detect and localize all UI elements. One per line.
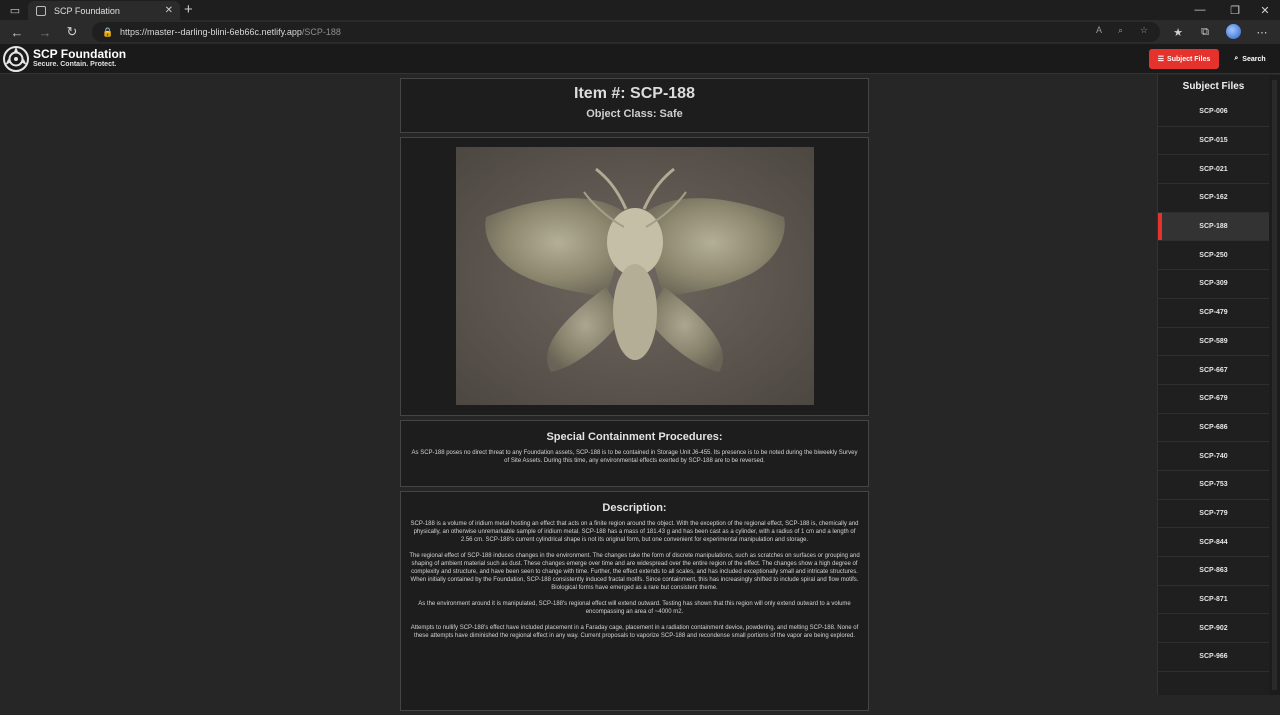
url-field[interactable]: 🔒 https://master--darling-blini-6eb66c.n… <box>92 22 1160 42</box>
sidebar-item-scp-740[interactable]: SCP-740 <box>1158 442 1269 471</box>
sidebar-item-scp-679[interactable]: SCP-679 <box>1158 385 1269 414</box>
containment-heading: Special Containment Procedures: <box>546 431 723 443</box>
image-card <box>400 137 869 416</box>
sidebar-item-scp-015[interactable]: SCP-015 <box>1158 127 1269 156</box>
browser-tab[interactable]: SCP Foundation ✕ <box>28 1 180 20</box>
sidebar-item-scp-871[interactable]: SCP-871 <box>1158 586 1269 615</box>
sidebar-item-scp-589[interactable]: SCP-589 <box>1158 328 1269 357</box>
subject-files-label: Subject Files <box>1167 55 1211 63</box>
search-icon: ⌕ <box>1234 55 1239 62</box>
favorite-add-icon[interactable]: ☆ <box>1140 25 1148 36</box>
close-tab-icon[interactable]: ✕ <box>165 5 173 16</box>
sidebar-item-scp-162[interactable]: SCP-162 <box>1158 184 1269 213</box>
brand[interactable]: SCP Foundation Secure. Contain. Protect. <box>33 48 126 70</box>
new-tab-icon[interactable]: + <box>184 1 193 19</box>
subject-files-button[interactable]: ☰ Subject Files <box>1149 49 1219 69</box>
sidebar-list: SCP-006 SCP-015 SCP-021 SCP-162 SCP-188 SCP-2… <box>1158 98 1269 672</box>
scrollbar-thumb[interactable] <box>1272 80 1277 690</box>
address-bar-row: ← → ↻ 🔒 https://master--darling-blini-6e… <box>0 20 1280 44</box>
search-button[interactable]: ⌕ Search <box>1226 49 1274 69</box>
tab-title: SCP Foundation <box>54 5 120 16</box>
description-paragraph: SCP-188 is a volume of iridium metal hos… <box>410 521 859 543</box>
lock-icon: 🔒 <box>102 26 114 37</box>
site-motto: Secure. Contain. Protect. <box>33 61 117 68</box>
scp-188-photo <box>456 147 814 405</box>
collections-icon[interactable]: ⧉ <box>1197 24 1213 40</box>
sidebar-item-scp-686[interactable]: SCP-686 <box>1158 414 1269 443</box>
sidebar-item-scp-863[interactable]: SCP-863 <box>1158 557 1269 586</box>
description-card: Description: SCP-188 is a volume of irid… <box>400 491 869 711</box>
site-header: SCP Foundation Secure. Contain. Protect.… <box>0 44 1280 74</box>
browser-tab-bar: ▭ SCP Foundation ✕ + — ❐ ✕ <box>0 0 1280 20</box>
forward-icon[interactable]: → <box>36 23 54 41</box>
minimize-icon[interactable]: — <box>1185 0 1215 20</box>
sidebar-item-scp-479[interactable]: SCP-479 <box>1158 299 1269 328</box>
search-label: Search <box>1242 55 1266 63</box>
subject-files-sidebar: Subject Files SCP-006 SCP-015 SCP-021 SCP-1… <box>1157 75 1269 695</box>
sidebar-item-scp-902[interactable]: SCP-902 <box>1158 614 1269 644</box>
zoom-icon[interactable]: ⌕ <box>1118 25 1123 36</box>
page-icon <box>36 5 46 16</box>
object-class: Object Class: Safe <box>586 108 683 120</box>
containment-text: As SCP-188 poses no direct threat to any… <box>411 450 858 464</box>
close-window-icon[interactable]: ✕ <box>1250 0 1280 20</box>
url-host: https://master--darling-blini-6eb66c.net… <box>120 27 302 37</box>
item-header-card: Item #: SCP-188 Object Class: Safe <box>400 78 869 133</box>
sidebar-title: Subject Files <box>1182 81 1245 92</box>
sidebar-item-scp-844[interactable]: SCP-844 <box>1158 528 1269 557</box>
url-path: /SCP-188 <box>301 27 341 37</box>
item-number: Item #: SCP-188 <box>574 85 695 102</box>
main-content: Item #: SCP-188 Object Class: Safe Speci… <box>400 78 869 715</box>
sidebar-item-scp-667[interactable]: SCP-667 <box>1158 356 1269 385</box>
sidebar-item-scp-006[interactable]: SCP-006 <box>1158 98 1269 127</box>
sidebar-item-scp-309[interactable]: SCP-309 <box>1158 270 1269 299</box>
back-icon[interactable]: ← <box>8 23 26 41</box>
description-paragraph: Attempts to nullify SCP-188's effect hav… <box>410 625 859 639</box>
profile-avatar[interactable] <box>1226 24 1241 39</box>
sidebar-item-scp-021[interactable]: SCP-021 <box>1158 155 1269 185</box>
page-scrollbar[interactable] <box>1269 75 1280 695</box>
containment-card: Special Containment Procedures: As SCP-1… <box>400 420 869 487</box>
sidebar-item-scp-753[interactable]: SCP-753 <box>1158 471 1269 500</box>
sidebar-item-scp-779[interactable]: SCP-779 <box>1158 500 1269 529</box>
menu-icon: ☰ <box>1157 56 1165 63</box>
restore-icon[interactable]: ❐ <box>1220 0 1250 20</box>
description-paragraph: The regional effect of SCP-188 induces c… <box>409 553 860 591</box>
description-heading: Description: <box>602 502 667 514</box>
sidebar-item-scp-966[interactable]: SCP-966 <box>1158 643 1269 672</box>
sidebar-item-scp-188[interactable]: SCP-188 <box>1158 212 1269 242</box>
site-title: SCP Foundation <box>33 47 127 61</box>
read-aloud-icon[interactable]: A <box>1096 25 1102 35</box>
scp-logo-icon <box>3 46 29 72</box>
favorites-icon[interactable]: ★ <box>1170 24 1186 40</box>
refresh-icon[interactable]: ↻ <box>63 23 81 41</box>
sidebar-item-scp-250[interactable]: SCP-250 <box>1158 241 1269 271</box>
tab-actions-icon[interactable]: ▭ <box>0 0 30 20</box>
description-paragraph: As the environment around it is manipula… <box>418 601 851 615</box>
more-icon[interactable]: ⋯ <box>1254 24 1270 40</box>
